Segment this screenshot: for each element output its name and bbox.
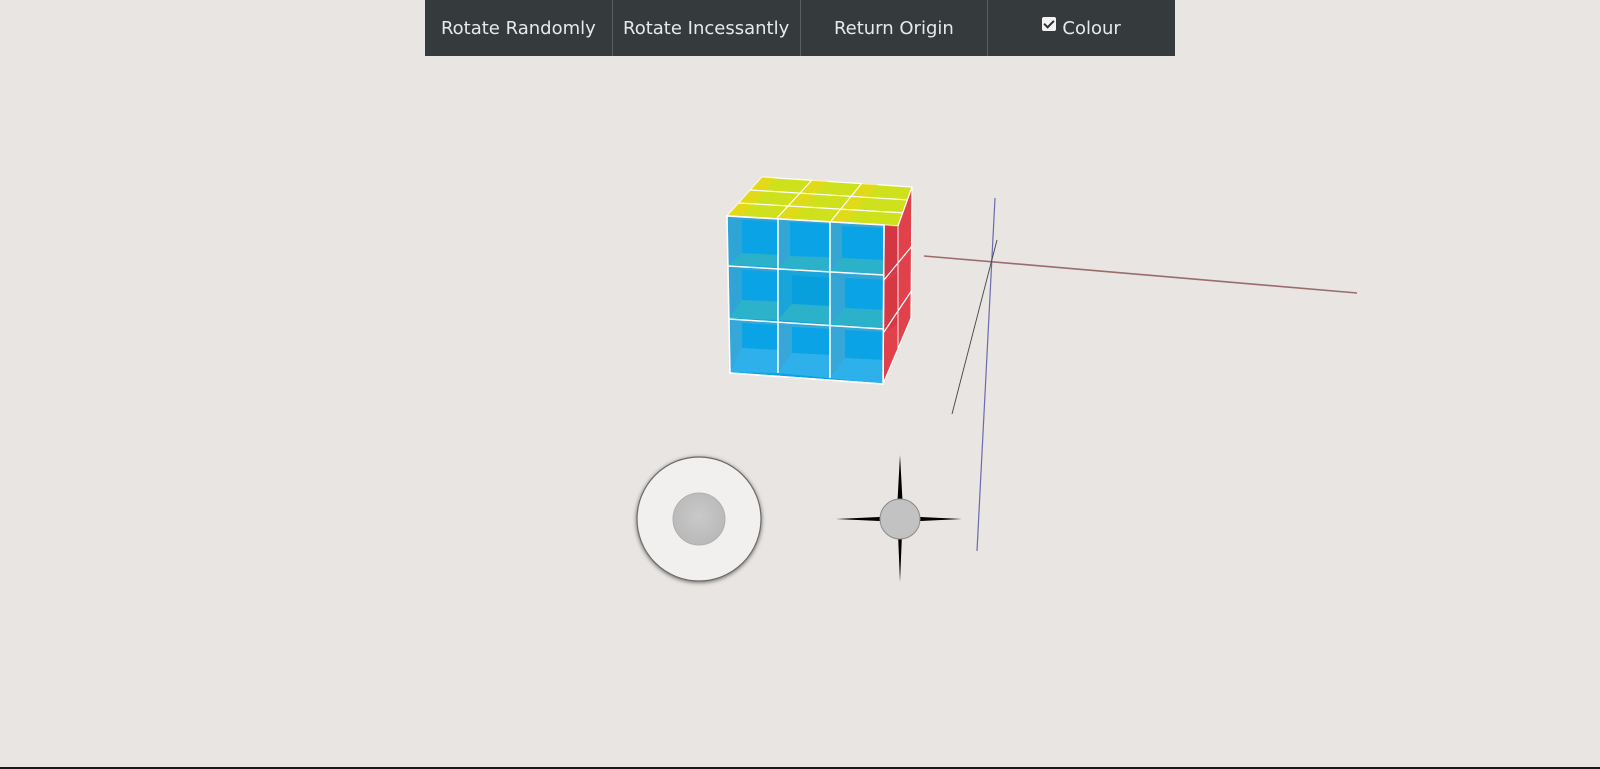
rubiks-cube[interactable] [725, 176, 913, 385]
joystick-knob[interactable] [672, 492, 726, 546]
cube-viewport[interactable] [0, 0, 1600, 769]
axis-z-line [951, 239, 998, 415]
axis-x-line [923, 255, 1358, 294]
joystick-control[interactable] [636, 456, 762, 582]
axis-y-line [976, 197, 996, 552]
move-cross-knob[interactable] [879, 498, 921, 540]
move-cross-control[interactable] [836, 455, 962, 582]
